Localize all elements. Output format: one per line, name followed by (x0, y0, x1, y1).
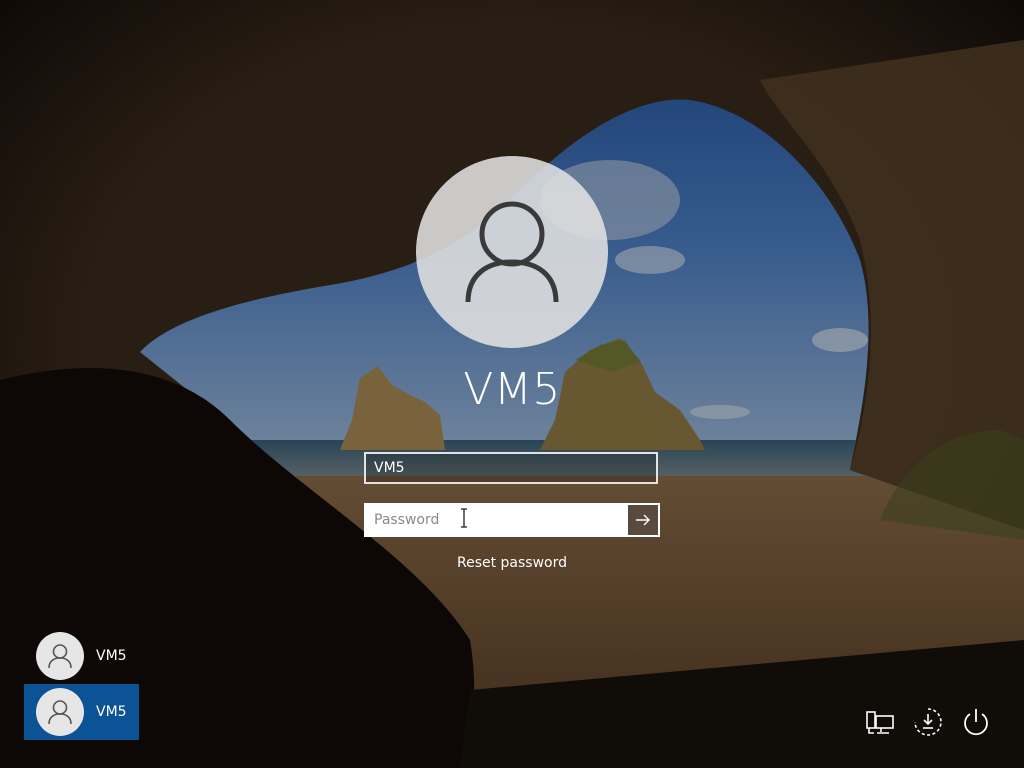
lock-screen: VM5 VM5 Reset password VM5 VM5 (0, 0, 1024, 768)
user-display-name: VM5 (463, 364, 561, 415)
power-icon (964, 709, 988, 736)
user-avatar-small (36, 688, 84, 736)
arrow-right-icon (636, 514, 650, 526)
ease-of-access-button[interactable] (910, 704, 946, 740)
user-icon (48, 700, 72, 725)
reset-password-link[interactable]: Reset password (412, 555, 612, 571)
password-row (364, 503, 660, 537)
user-tile-selected[interactable]: VM5 (24, 684, 139, 740)
username-field[interactable]: VM5 (364, 452, 658, 484)
user-icon (465, 201, 559, 303)
user-avatar (416, 156, 608, 348)
network-icon (866, 711, 894, 734)
network-button[interactable] (862, 704, 898, 740)
power-button[interactable] (958, 704, 994, 740)
user-tile[interactable]: VM5 (24, 628, 139, 684)
password-input[interactable] (366, 505, 628, 535)
user-tile-label: VM5 (96, 648, 127, 664)
user-avatar-small (36, 632, 84, 680)
user-icon (48, 644, 72, 669)
ease-of-access-icon (914, 708, 942, 736)
user-tile-label: VM5 (96, 704, 127, 720)
submit-button[interactable] (628, 505, 658, 535)
